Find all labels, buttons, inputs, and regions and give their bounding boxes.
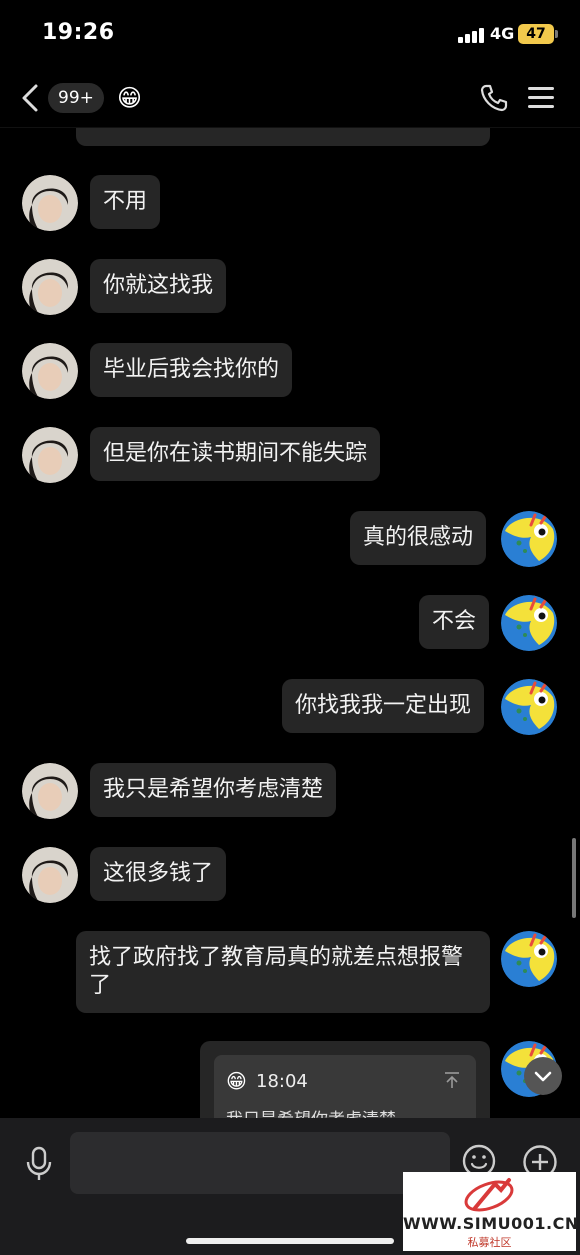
- message-bubble[interactable]: 真的很感动: [350, 511, 487, 565]
- contact-avatar[interactable]: [22, 763, 78, 819]
- message-bubble[interactable]: 我只是希望你考虑清楚: [90, 763, 337, 817]
- message-list[interactable]: 不用 你就这找我 毕业后我会找你的 但是你在读书期间不能失踪 真的很感动 不会: [0, 128, 580, 1118]
- message-bubble[interactable]: 你找我我一定出现: [282, 679, 485, 733]
- back-button[interactable]: [18, 82, 44, 114]
- quoted-message-bubble[interactable]: 😁 18:04 我只是希望你考虑清楚: [200, 1041, 490, 1118]
- battery-icon: 47: [518, 24, 558, 44]
- contact-avatar[interactable]: [22, 847, 78, 903]
- watermark: WWW.SIMU001.CN 私募社区: [403, 1172, 579, 1251]
- message-bubble[interactable]: 毕业后我会找你的: [90, 343, 293, 397]
- hamburger-menu-icon: [528, 87, 554, 90]
- scrollbar[interactable]: [572, 838, 576, 918]
- message-bubble[interactable]: 但是你在读书期间不能失踪: [90, 427, 381, 481]
- network-type: 4G: [490, 24, 515, 43]
- chat-header: 99+ 😁: [0, 70, 580, 128]
- message-row: 你就这找我: [0, 259, 580, 315]
- arrow-up-to-top-icon[interactable]: [444, 1071, 460, 1089]
- message-bubble[interactable]: 不用: [90, 175, 161, 229]
- menu-button[interactable]: [528, 85, 554, 111]
- phone-icon: [480, 84, 508, 112]
- quoted-sender-emoji: 😁: [226, 1069, 247, 1093]
- status-time: 19:26: [42, 20, 115, 45]
- contact-avatar[interactable]: [22, 175, 78, 231]
- message-row: 毕业后我会找你的: [0, 343, 580, 399]
- message-row: 我只是希望你考虑清楚: [0, 763, 580, 819]
- signal-strength-icon: [458, 27, 486, 43]
- message-row: 😁 18:04 我只是希望你考虑清楚: [0, 1041, 580, 1118]
- message-row: 这很多钱了: [0, 847, 580, 903]
- partial-message-bubble: [76, 128, 490, 146]
- microphone-icon: [26, 1146, 52, 1180]
- contact-avatar[interactable]: [22, 259, 78, 315]
- message-bubble[interactable]: 找了政府找了教育局真的就差点想报警了: [76, 931, 490, 1013]
- user-avatar[interactable]: [501, 511, 557, 567]
- message-bubble[interactable]: 这很多钱了: [90, 847, 227, 901]
- chat-title: 😁: [117, 84, 143, 112]
- message-row: 你找我我一定出现: [0, 679, 580, 735]
- chevron-down-icon: [534, 1071, 552, 1082]
- user-avatar[interactable]: [501, 931, 557, 987]
- message-bubble[interactable]: 你就这找我: [90, 259, 227, 313]
- message-row: 真的很感动: [0, 511, 580, 567]
- contact-avatar[interactable]: [22, 343, 78, 399]
- quoted-message-preview[interactable]: 😁 18:04 我只是希望你考虑清楚: [214, 1055, 476, 1118]
- message-row: 不用: [0, 175, 580, 231]
- status-bar: 19:26 4G 47: [0, 0, 580, 70]
- message-bubble[interactable]: 不会: [419, 595, 490, 649]
- watermark-url: WWW.SIMU001.CN: [403, 1214, 579, 1233]
- scroll-to-bottom-button[interactable]: [524, 1057, 562, 1095]
- quoted-message-time: 18:04: [256, 1071, 308, 1092]
- watermark-logo-icon: [464, 1178, 514, 1212]
- message-input[interactable]: [70, 1132, 450, 1194]
- message-row: 不会: [0, 595, 580, 651]
- contact-avatar[interactable]: [22, 427, 78, 483]
- quoted-message-text: 我只是希望你考虑清楚: [226, 1105, 396, 1118]
- user-avatar[interactable]: [501, 595, 557, 651]
- voice-button[interactable]: [24, 1146, 54, 1182]
- home-indicator[interactable]: [186, 1238, 394, 1244]
- user-avatar[interactable]: [501, 679, 557, 735]
- watermark-subtitle: 私募社区: [467, 1236, 512, 1249]
- unread-count-badge[interactable]: 99+: [48, 83, 104, 113]
- chevron-left-icon: [22, 84, 38, 112]
- call-button[interactable]: [478, 82, 510, 114]
- message-row: 但是你在读书期间不能失踪: [0, 427, 580, 483]
- message-row: 找了政府找了教育局真的就差点想报警了: [0, 931, 580, 1015]
